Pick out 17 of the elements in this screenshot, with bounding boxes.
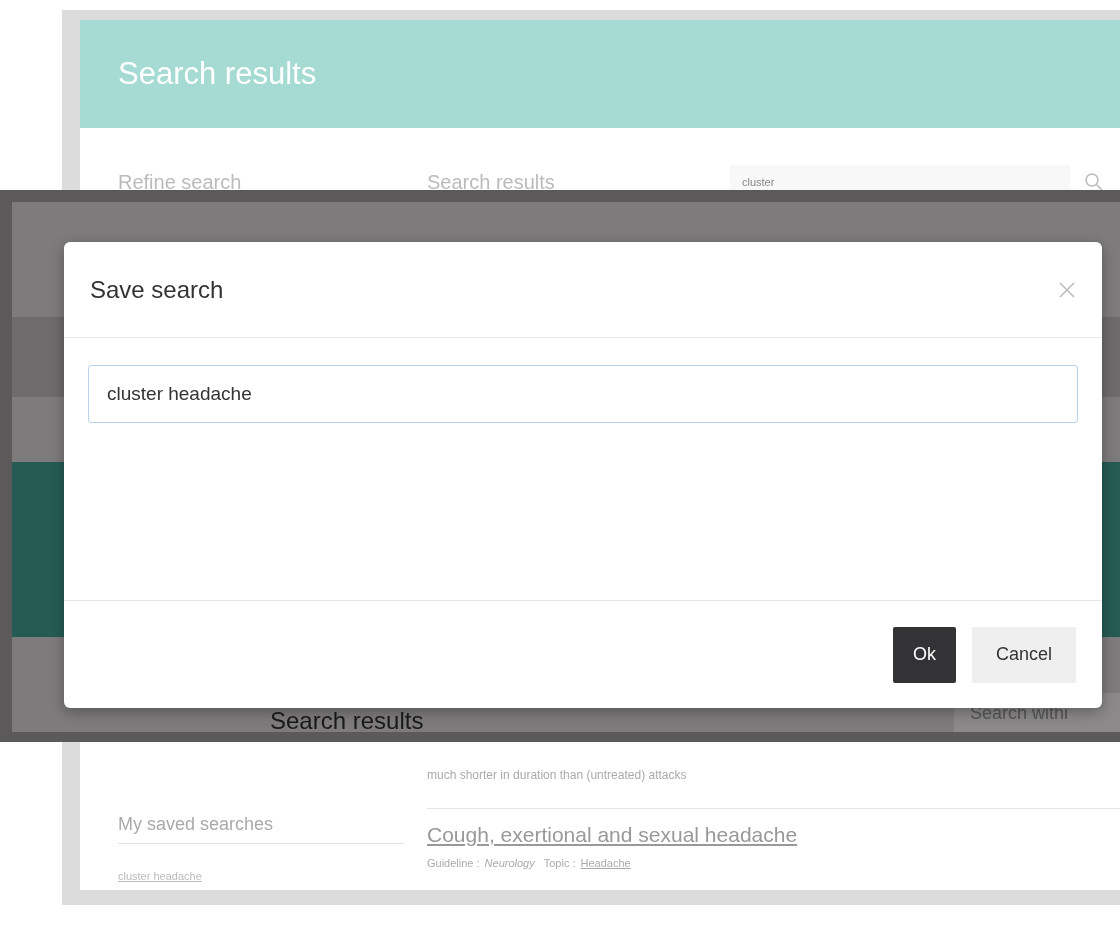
search-icon[interactable] [1084,172,1104,192]
result-title-link[interactable]: Cough, exertional and sexual headache [427,823,798,847]
sidebar-heading: Refine search [118,170,243,194]
saved-search-link[interactable]: cluster headache [118,870,202,882]
background-heading: Search results [270,710,424,732]
result-type-label: Guideline : [427,857,480,869]
result-topic-link[interactable]: Headache [580,857,631,869]
results-heading: Search results [427,170,556,194]
cancel-button[interactable]: Cancel [972,626,1076,683]
result-snippet: much shorter in duration than (untreated) attacks [427,768,1120,809]
search-name-input[interactable]: cluster headache [88,365,1078,423]
dialog-title: Save search [90,275,224,304]
result-topic-label: Topic : [543,857,576,869]
ok-button[interactable]: Ok [893,626,956,683]
saved-searches-heading: My saved searches [118,814,405,844]
result-type-value: Neurology [484,857,535,869]
page-title: Search results [118,56,317,92]
